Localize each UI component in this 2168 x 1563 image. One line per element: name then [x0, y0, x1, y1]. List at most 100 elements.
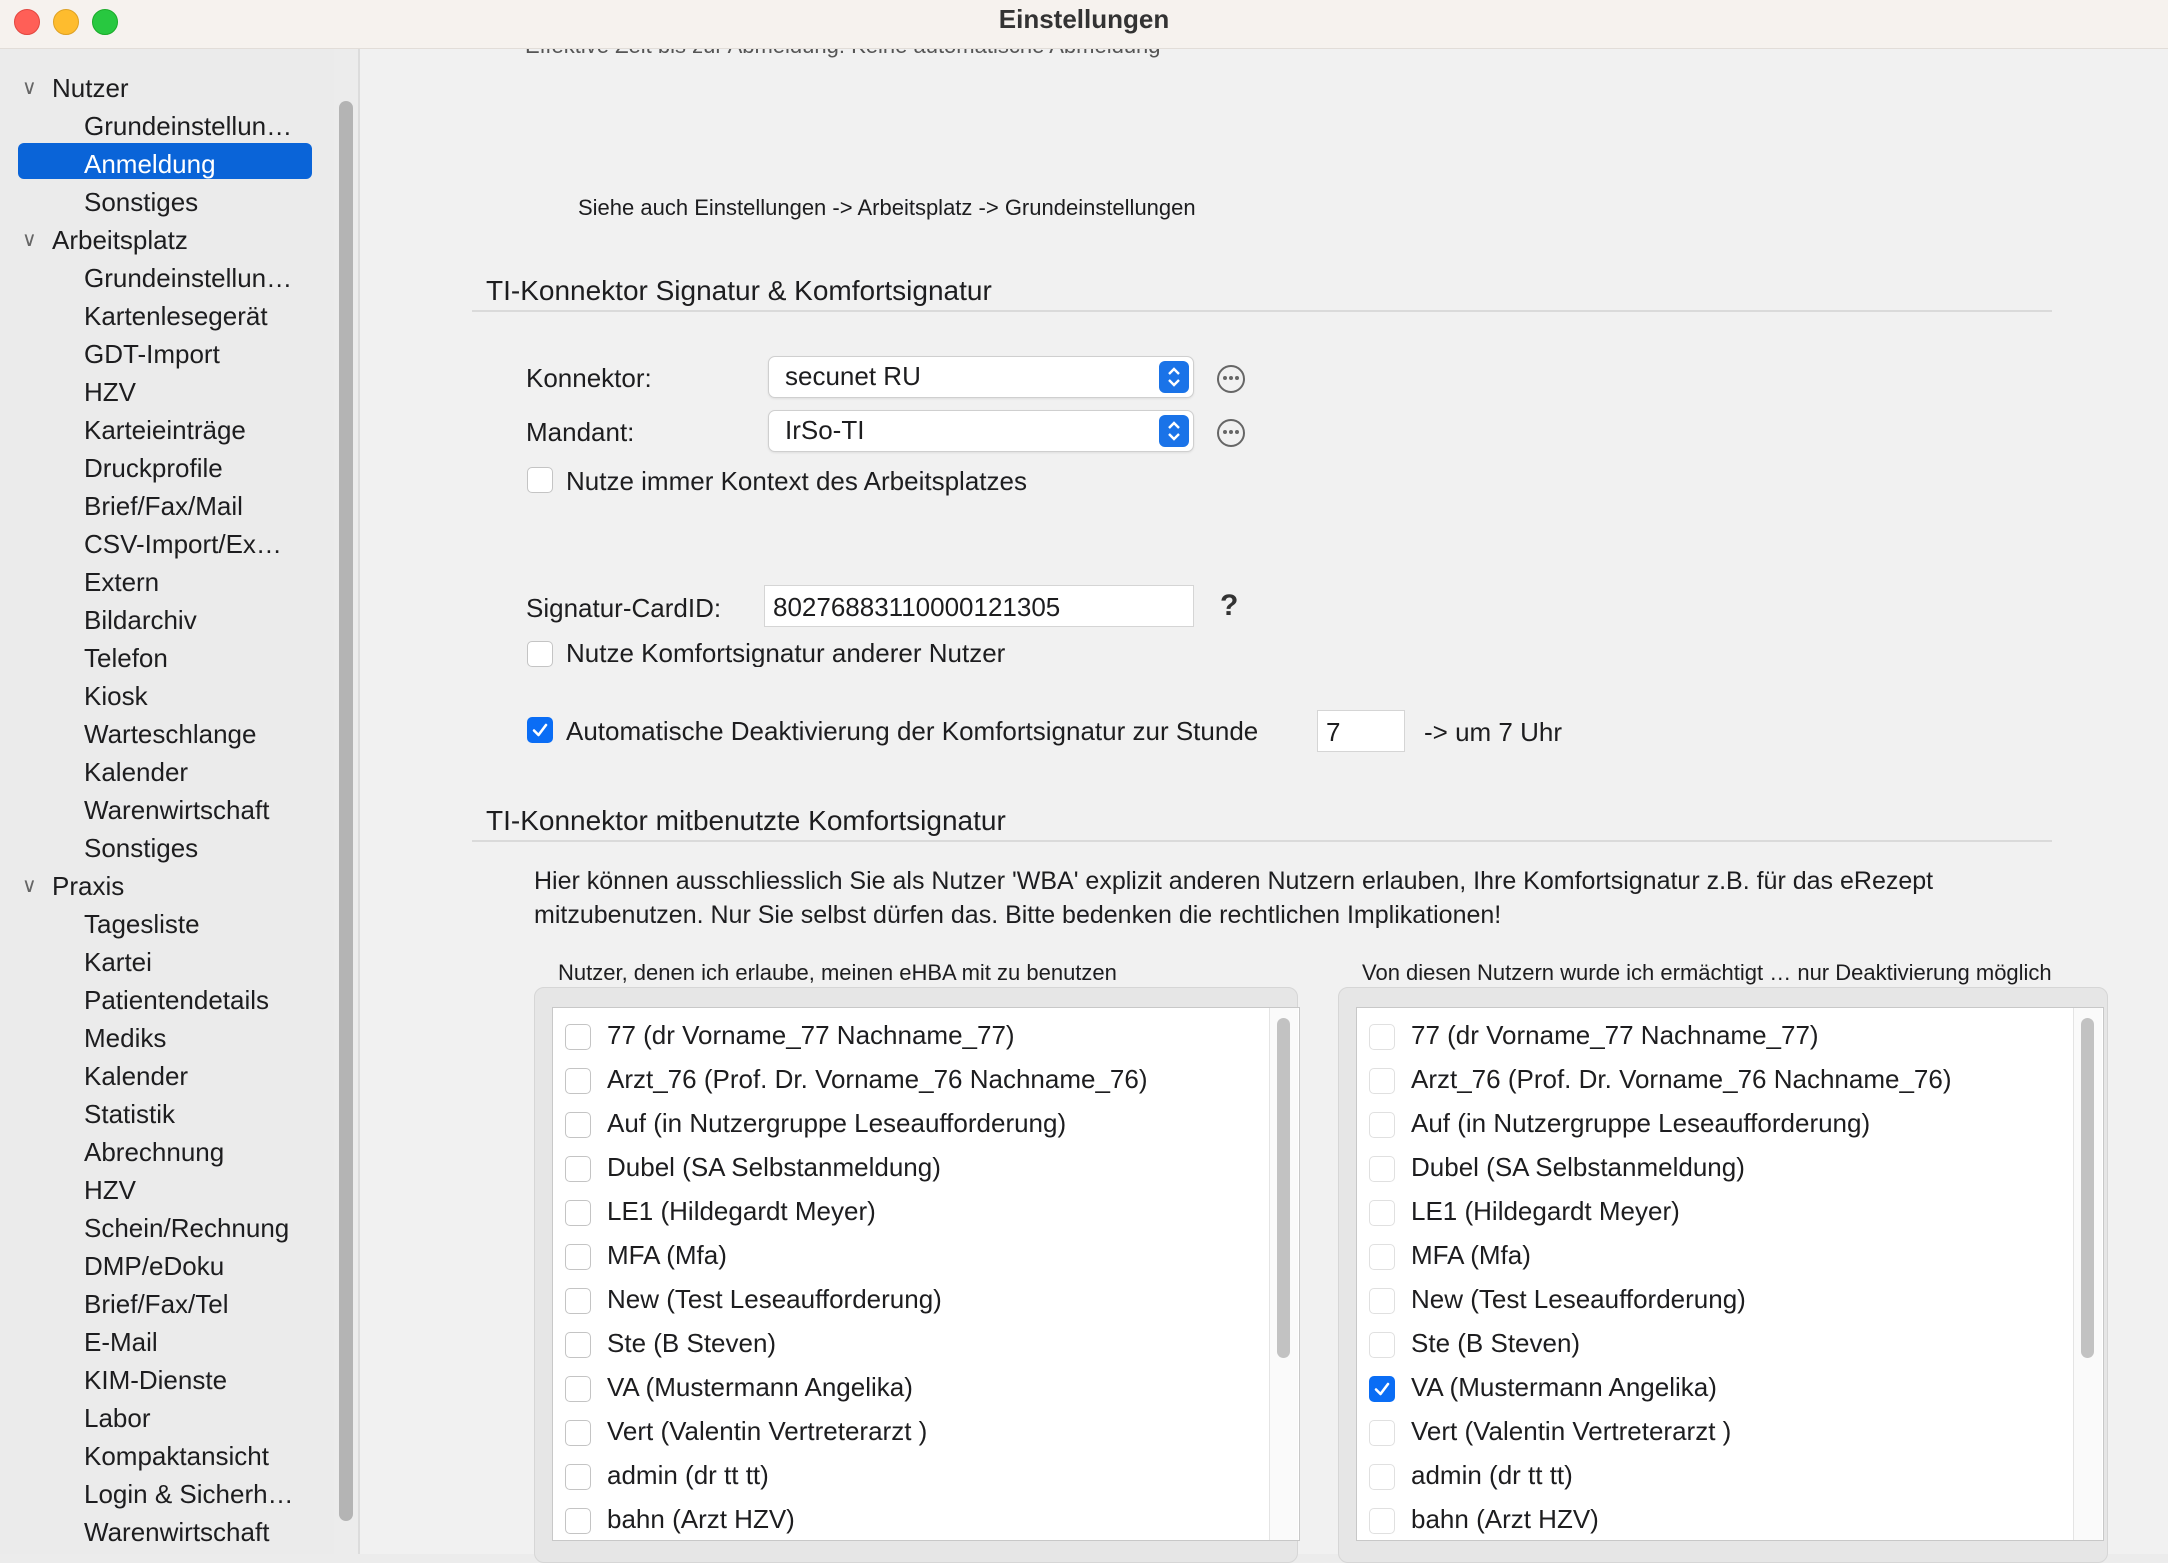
- left-user-list[interactable]: 77 (dr Vorname_77 Nachname_77) Arzt_76 (…: [552, 1007, 1300, 1541]
- use-other-checkbox[interactable]: [527, 641, 553, 667]
- list-item[interactable]: MFA (Mfa): [1357, 1234, 2103, 1278]
- sidebar-item-anmeldung[interactable]: Anmeldung: [84, 145, 216, 183]
- mandant-more-icon[interactable]: [1217, 419, 1245, 447]
- list-item[interactable]: New (Test Leseaufforderung): [1357, 1278, 2103, 1322]
- help-icon[interactable]: ?: [1220, 589, 1238, 623]
- list-item-checkbox[interactable]: [565, 1244, 591, 1270]
- sidebar-item-karteieintraege[interactable]: Karteieinträge: [84, 411, 246, 449]
- list-item-checkbox[interactable]: [565, 1024, 591, 1050]
- list-item-checkbox[interactable]: [565, 1200, 591, 1226]
- list-item[interactable]: Auf (in Nutzergruppe Leseaufforderung): [553, 1102, 1299, 1146]
- sidebar-item-praxis-kalender[interactable]: Kalender: [84, 1057, 188, 1095]
- sidebar-item-gdt-import[interactable]: GDT-Import: [84, 335, 220, 373]
- list-item-checkbox[interactable]: [1369, 1024, 1395, 1050]
- sidebar-item-statistik[interactable]: Statistik: [84, 1095, 175, 1133]
- sidebar-item-druckprofile[interactable]: Druckprofile: [84, 449, 223, 487]
- use-context-checkbox[interactable]: [527, 467, 553, 493]
- sidebar-item-bildarchiv[interactable]: Bildarchiv: [84, 601, 197, 639]
- sidebar-item-e-mail[interactable]: E-Mail: [84, 1323, 158, 1361]
- sidebar-item-arbeitsplatz-hzv[interactable]: HZV: [84, 373, 136, 411]
- list-item-checkbox[interactable]: [1369, 1420, 1395, 1446]
- list-item[interactable]: Arzt_76 (Prof. Dr. Vorname_76 Nachname_7…: [553, 1058, 1299, 1102]
- hour-field[interactable]: 7: [1317, 710, 1405, 752]
- list-item[interactable]: Ste (B Steven): [553, 1322, 1299, 1366]
- list-item-checkbox[interactable]: [565, 1508, 591, 1534]
- sidebar-item-arbeitsplatz-kalender[interactable]: Kalender: [84, 753, 188, 791]
- sidebar-item-nutzer-grundeinstellungen[interactable]: Grundeinstellun…: [84, 107, 292, 145]
- sidebar-item-mediks[interactable]: Mediks: [84, 1019, 166, 1057]
- right-list-scrollbar[interactable]: [2081, 1018, 2094, 1358]
- list-item[interactable]: VA (Mustermann Angelika): [553, 1366, 1299, 1410]
- card-id-field[interactable]: 80276883110000121305: [764, 585, 1194, 627]
- chevron-down-icon[interactable]: ∨: [22, 867, 37, 905]
- sidebar-item-csv-import[interactable]: CSV-Import/Ex…: [84, 525, 282, 563]
- list-item[interactable]: MFA (Mfa): [553, 1234, 1299, 1278]
- list-item-checkbox[interactable]: [1369, 1288, 1395, 1314]
- sidebar-item-arbeitsplatz-grundeinstellungen[interactable]: Grundeinstellun…: [84, 259, 292, 297]
- list-item-checkbox[interactable]: [1369, 1464, 1395, 1490]
- list-item-checkbox[interactable]: [1369, 1068, 1395, 1094]
- sidebar-item-kartei[interactable]: Kartei: [84, 943, 152, 981]
- sidebar-item-abrechnung[interactable]: Abrechnung: [84, 1133, 224, 1171]
- sidebar-item-schein-rechnung[interactable]: Schein/Rechnung: [84, 1209, 289, 1247]
- list-item[interactable]: Vert (Valentin Vertreterarzt ): [1357, 1410, 2103, 1454]
- sidebar-item-arbeitsplatz-warenwirtschaft[interactable]: Warenwirtschaft: [84, 791, 269, 829]
- list-item[interactable]: 77 (dr Vorname_77 Nachname_77): [553, 1014, 1299, 1058]
- list-item-checkbox[interactable]: [565, 1112, 591, 1138]
- sidebar-item-praxis-hzv[interactable]: HZV: [84, 1171, 136, 1209]
- sidebar-item-kompaktansicht[interactable]: Kompaktansicht: [84, 1437, 269, 1475]
- list-item[interactable]: 77 (dr Vorname_77 Nachname_77): [1357, 1014, 2103, 1058]
- list-item[interactable]: Auf (in Nutzergruppe Leseaufforderung): [1357, 1102, 2103, 1146]
- list-item-checkbox[interactable]: [1369, 1376, 1395, 1402]
- list-item-checkbox[interactable]: [1369, 1508, 1395, 1534]
- list-item-checkbox[interactable]: [1369, 1244, 1395, 1270]
- mandant-select[interactable]: IrSo-TI: [768, 410, 1194, 452]
- auto-deactivate-checkbox[interactable]: [527, 717, 553, 743]
- sidebar-item-arbeitsplatz-sonstiges[interactable]: Sonstiges: [84, 829, 198, 867]
- sidebar-item-nutzer-sonstiges[interactable]: Sonstiges: [84, 183, 198, 221]
- list-item-checkbox[interactable]: [565, 1288, 591, 1314]
- sidebar-group-arbeitsplatz[interactable]: ∨ Arbeitsplatz: [0, 221, 334, 259]
- list-item[interactable]: Arzt_76 (Prof. Dr. Vorname_76 Nachname_7…: [1357, 1058, 2103, 1102]
- sidebar-item-praxis-warenwirtschaft[interactable]: Warenwirtschaft: [84, 1513, 269, 1551]
- sidebar-item-telefon[interactable]: Telefon: [84, 639, 168, 677]
- list-item[interactable]: Vert (Valentin Vertreterarzt ): [553, 1410, 1299, 1454]
- sidebar-item-brief-fax-mail[interactable]: Brief/Fax/Mail: [84, 487, 243, 525]
- list-item[interactable]: VA (Mustermann Angelika): [1357, 1366, 2103, 1410]
- chevron-down-icon[interactable]: ∨: [22, 69, 37, 107]
- list-item-checkbox[interactable]: [565, 1156, 591, 1182]
- konnektor-more-icon[interactable]: [1217, 365, 1245, 393]
- sidebar-item-kim-dienste[interactable]: KIM-Dienste: [84, 1361, 227, 1399]
- sidebar-item-kartenlesegeraet[interactable]: Kartenlesegerät: [84, 297, 268, 335]
- sidebar-item-tagesliste[interactable]: Tagesliste: [84, 905, 200, 943]
- sidebar-item-brief-fax-tel[interactable]: Brief/Fax/Tel: [84, 1285, 229, 1323]
- list-item[interactable]: admin (dr tt tt): [1357, 1454, 2103, 1498]
- list-item[interactable]: LE1 (Hildegardt Meyer): [553, 1190, 1299, 1234]
- list-item[interactable]: Dubel (SA Selbstanmeldung): [1357, 1146, 2103, 1190]
- list-item[interactable]: LE1 (Hildegardt Meyer): [1357, 1190, 2103, 1234]
- list-item[interactable]: New (Test Leseaufforderung): [553, 1278, 1299, 1322]
- list-item-checkbox[interactable]: [1369, 1200, 1395, 1226]
- sidebar-item-warteschlange[interactable]: Warteschlange: [84, 715, 256, 753]
- sidebar-item-kiosk[interactable]: Kiosk: [84, 677, 148, 715]
- list-item[interactable]: Dubel (SA Selbstanmeldung): [553, 1146, 1299, 1190]
- chevron-down-icon[interactable]: ∨: [22, 221, 37, 259]
- list-item-checkbox[interactable]: [565, 1464, 591, 1490]
- list-item-checkbox[interactable]: [565, 1376, 591, 1402]
- list-item-checkbox[interactable]: [1369, 1156, 1395, 1182]
- sidebar-item-dmp-edoku[interactable]: DMP/eDoku: [84, 1247, 224, 1285]
- sidebar-item-patientendetails[interactable]: Patientendetails: [84, 981, 269, 1019]
- list-item[interactable]: bahn (Arzt HZV): [553, 1498, 1299, 1540]
- sidebar-scrollbar[interactable]: [339, 101, 353, 1521]
- sidebar-item-labor[interactable]: Labor: [84, 1399, 151, 1437]
- konnektor-select[interactable]: secunet RU: [768, 356, 1194, 398]
- list-item-checkbox[interactable]: [565, 1068, 591, 1094]
- list-item-checkbox[interactable]: [565, 1420, 591, 1446]
- list-item-checkbox[interactable]: [1369, 1112, 1395, 1138]
- list-item-checkbox[interactable]: [1369, 1332, 1395, 1358]
- list-item[interactable]: admin (dr tt tt): [553, 1454, 1299, 1498]
- sidebar-group-praxis[interactable]: ∨ Praxis: [0, 867, 334, 905]
- right-user-list[interactable]: 77 (dr Vorname_77 Nachname_77) Arzt_76 (…: [1356, 1007, 2104, 1541]
- list-item-checkbox[interactable]: [565, 1332, 591, 1358]
- sidebar-item-login-sicherheit[interactable]: Login & Sicherh…: [84, 1475, 294, 1513]
